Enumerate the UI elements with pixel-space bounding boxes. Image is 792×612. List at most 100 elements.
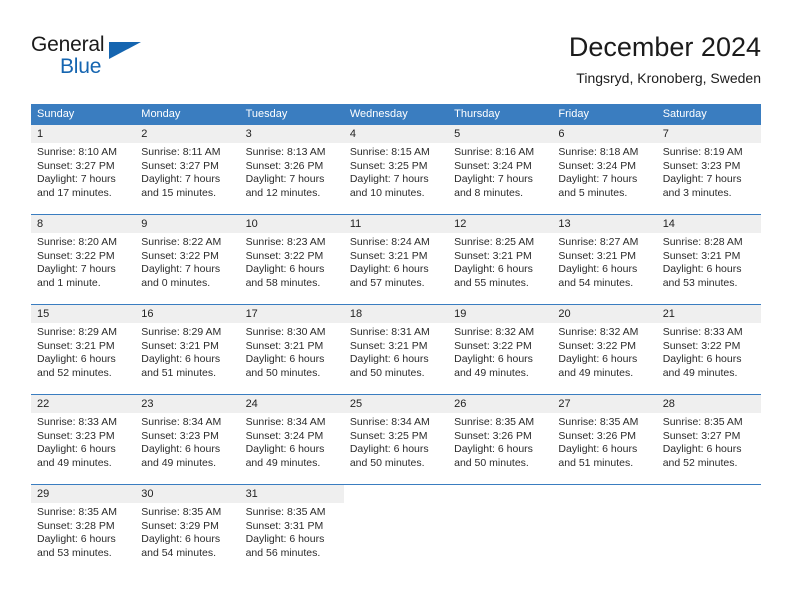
day-cell[interactable]: 23 Sunrise: 8:34 AM Sunset: 3:23 PM Dayl… [135, 395, 240, 484]
day-number: 3 [245, 128, 252, 140]
day-number: 24 [245, 398, 258, 410]
day-cell[interactable]: 30 Sunrise: 8:35 AM Sunset: 3:29 PM Dayl… [135, 485, 240, 574]
daylight-text-line1: Daylight: 6 hours [37, 533, 116, 545]
day-cell[interactable]: 12 Sunrise: 8:25 AM Sunset: 3:21 PM Dayl… [448, 215, 553, 304]
daylight-text-line2: and 49 minutes. [558, 366, 634, 379]
daylight-text-line1: Daylight: 7 hours [558, 173, 638, 185]
day-details: Sunrise: 8:19 AM Sunset: 3:23 PM Dayligh… [657, 143, 761, 200]
day-cell-empty [344, 485, 448, 574]
sunset-text: Sunset: 3:22 PM [37, 249, 115, 262]
daylight-text-line1: Daylight: 6 hours [662, 443, 742, 455]
day-details: Sunrise: 8:33 AM Sunset: 3:23 PM Dayligh… [31, 413, 135, 470]
daylight-text-line2: and 54 minutes. [558, 276, 634, 289]
day-number: 27 [558, 398, 571, 410]
day-cell[interactable]: 26 Sunrise: 8:35 AM Sunset: 3:26 PM Dayl… [448, 395, 553, 484]
weekday-header-row: Sunday Monday Tuesday Wednesday Thursday… [31, 104, 761, 124]
sunset-text: Sunset: 3:23 PM [141, 429, 219, 442]
day-number-band: 18 [343, 305, 449, 323]
day-cell[interactable]: 17 Sunrise: 8:30 AM Sunset: 3:21 PM Dayl… [239, 305, 344, 394]
daylight-text-line1: Daylight: 7 hours [349, 173, 429, 185]
daylight-text-line2: and 53 minutes. [662, 276, 738, 289]
day-cell[interactable]: 29 Sunrise: 8:35 AM Sunset: 3:28 PM Dayl… [31, 485, 136, 574]
daylight-text-line2: and 17 minutes. [37, 186, 112, 199]
day-number-band: 14 [656, 215, 761, 233]
day-cell[interactable]: 19 Sunrise: 8:32 AM Sunset: 3:22 PM Dayl… [448, 305, 553, 394]
day-cell[interactable]: 25 Sunrise: 8:34 AM Sunset: 3:25 PM Dayl… [343, 395, 449, 484]
day-details: Sunrise: 8:25 AM Sunset: 3:21 PM Dayligh… [448, 233, 552, 290]
sunset-text: Sunset: 3:21 PM [141, 339, 219, 352]
day-cell[interactable]: 4 Sunrise: 8:15 AM Sunset: 3:25 PM Dayli… [343, 125, 449, 214]
day-cell[interactable]: 24 Sunrise: 8:34 AM Sunset: 3:24 PM Dayl… [239, 395, 344, 484]
sunrise-text: Sunrise: 8:35 AM [662, 416, 743, 428]
day-cell[interactable]: 2 Sunrise: 8:11 AM Sunset: 3:27 PM Dayli… [135, 125, 240, 214]
day-cell[interactable]: 18 Sunrise: 8:31 AM Sunset: 3:21 PM Dayl… [343, 305, 449, 394]
sunrise-text: Sunrise: 8:19 AM [662, 146, 743, 158]
day-details: Sunrise: 8:18 AM Sunset: 3:24 PM Dayligh… [552, 143, 656, 200]
day-cell[interactable]: 20 Sunrise: 8:32 AM Sunset: 3:22 PM Dayl… [552, 305, 657, 394]
day-number-band: 31 [239, 485, 344, 503]
sunrise-text: Sunrise: 8:25 AM [454, 236, 535, 248]
day-cell[interactable]: 7 Sunrise: 8:19 AM Sunset: 3:23 PM Dayli… [656, 125, 761, 214]
day-cell-empty [448, 485, 552, 574]
day-details: Sunrise: 8:22 AM Sunset: 3:22 PM Dayligh… [135, 233, 239, 290]
daylight-text-line1: Daylight: 6 hours [37, 353, 116, 365]
sunrise-text: Sunrise: 8:33 AM [662, 326, 743, 338]
weekday-header-friday: Friday [558, 108, 589, 120]
day-cell-empty [657, 485, 761, 574]
day-cell[interactable]: 11 Sunrise: 8:24 AM Sunset: 3:21 PM Dayl… [343, 215, 449, 304]
day-cell[interactable]: 28 Sunrise: 8:35 AM Sunset: 3:27 PM Dayl… [656, 395, 761, 484]
day-details: Sunrise: 8:35 AM Sunset: 3:29 PM Dayligh… [135, 503, 239, 560]
day-cell[interactable]: 10 Sunrise: 8:23 AM Sunset: 3:22 PM Dayl… [239, 215, 344, 304]
day-number-band: 29 [31, 485, 136, 503]
daylight-text-line2: and 49 minutes. [245, 456, 321, 469]
day-details: Sunrise: 8:23 AM Sunset: 3:22 PM Dayligh… [240, 233, 344, 290]
day-number-band: 24 [239, 395, 344, 413]
day-details: Sunrise: 8:30 AM Sunset: 3:21 PM Dayligh… [240, 323, 344, 380]
day-cell[interactable]: 16 Sunrise: 8:29 AM Sunset: 3:21 PM Dayl… [135, 305, 240, 394]
daylight-text-line2: and 52 minutes. [37, 366, 112, 379]
day-number-band: 12 [448, 215, 553, 233]
sunset-text: Sunset: 3:21 PM [349, 249, 428, 262]
sunrise-text: Sunrise: 8:24 AM [349, 236, 430, 248]
day-cell[interactable]: 6 Sunrise: 8:18 AM Sunset: 3:24 PM Dayli… [552, 125, 657, 214]
daylight-text-line1: Daylight: 7 hours [141, 263, 221, 275]
day-cell[interactable]: 3 Sunrise: 8:13 AM Sunset: 3:26 PM Dayli… [239, 125, 344, 214]
day-cell[interactable]: 27 Sunrise: 8:35 AM Sunset: 3:26 PM Dayl… [552, 395, 657, 484]
sunrise-text: Sunrise: 8:15 AM [349, 146, 430, 158]
day-cell[interactable]: 14 Sunrise: 8:28 AM Sunset: 3:21 PM Dayl… [656, 215, 761, 304]
daylight-text-line2: and 10 minutes. [349, 186, 425, 199]
day-cell[interactable]: 22 Sunrise: 8:33 AM Sunset: 3:23 PM Dayl… [31, 395, 136, 484]
day-cell[interactable]: 9 Sunrise: 8:22 AM Sunset: 3:22 PM Dayli… [135, 215, 240, 304]
day-number-band: 22 [31, 395, 136, 413]
sunrise-text: Sunrise: 8:35 AM [245, 506, 326, 518]
weekday-header-tuesday: Tuesday [245, 108, 288, 120]
sunset-text: Sunset: 3:26 PM [245, 159, 324, 172]
daylight-text-line1: Daylight: 7 hours [662, 173, 742, 185]
daylight-text-line2: and 12 minutes. [245, 186, 321, 199]
day-cell[interactable]: 15 Sunrise: 8:29 AM Sunset: 3:21 PM Dayl… [31, 305, 136, 394]
day-cell[interactable]: 1 Sunrise: 8:10 AM Sunset: 3:27 PM Dayli… [31, 125, 136, 214]
sunrise-text: Sunrise: 8:35 AM [141, 506, 222, 518]
day-cell[interactable]: 8 Sunrise: 8:20 AM Sunset: 3:22 PM Dayli… [31, 215, 136, 304]
day-number: 31 [245, 488, 258, 500]
day-cell[interactable]: 13 Sunrise: 8:27 AM Sunset: 3:21 PM Dayl… [552, 215, 657, 304]
logo-text-general: General [31, 33, 105, 56]
day-number-band: 20 [552, 305, 657, 323]
daylight-text-line2: and 8 minutes. [454, 186, 524, 199]
daylight-text-line1: Daylight: 6 hours [141, 353, 221, 365]
day-number-band [448, 485, 552, 503]
sunset-text: Sunset: 3:21 PM [349, 339, 428, 352]
general-blue-logo[interactable]: General Blue [31, 34, 251, 90]
day-details: Sunrise: 8:32 AM Sunset: 3:22 PM Dayligh… [552, 323, 656, 380]
sunset-text: Sunset: 3:22 PM [245, 249, 324, 262]
day-cell[interactable]: 5 Sunrise: 8:16 AM Sunset: 3:24 PM Dayli… [448, 125, 553, 214]
day-number-band [657, 485, 761, 503]
day-cell[interactable]: 31 Sunrise: 8:35 AM Sunset: 3:31 PM Dayl… [239, 485, 344, 574]
day-number: 13 [558, 218, 571, 230]
day-details: Sunrise: 8:34 AM Sunset: 3:24 PM Dayligh… [240, 413, 344, 470]
day-details: Sunrise: 8:27 AM Sunset: 3:21 PM Dayligh… [552, 233, 656, 290]
day-cell[interactable]: 21 Sunrise: 8:33 AM Sunset: 3:22 PM Dayl… [656, 305, 761, 394]
calendar-grid: Sunday Monday Tuesday Wednesday Thursday… [31, 104, 761, 574]
day-details: Sunrise: 8:11 AM Sunset: 3:27 PM Dayligh… [135, 143, 239, 200]
sunset-text: Sunset: 3:21 PM [37, 339, 115, 352]
